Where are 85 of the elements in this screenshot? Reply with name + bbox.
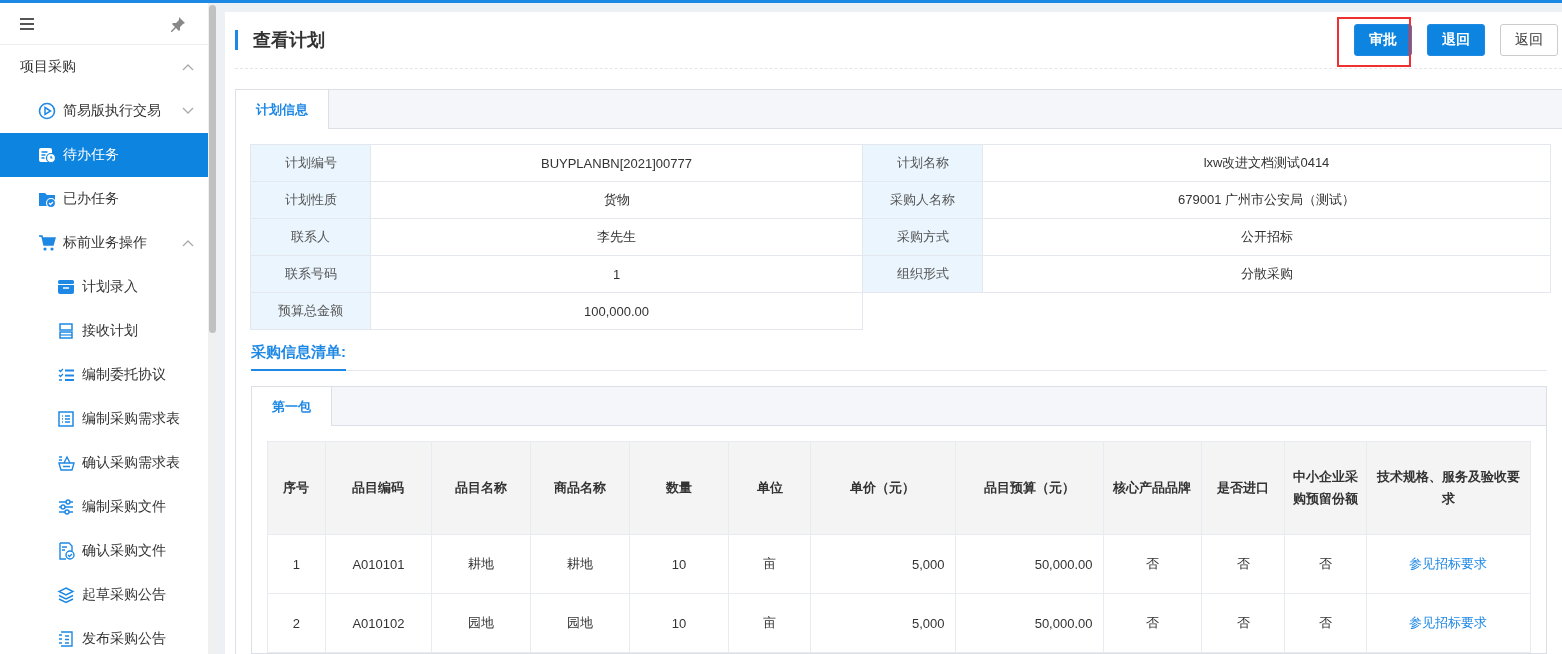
table-cell: 否: [1284, 534, 1367, 594]
field-label: 预算总金额: [250, 292, 371, 330]
field-label: 采购方式: [862, 218, 983, 256]
column-header: 中小企业采购预留份额: [1284, 441, 1367, 535]
table-cell: 耕地: [431, 534, 531, 594]
layers-icon: [57, 586, 75, 604]
document-check-icon: [57, 542, 75, 560]
basket-icon: [57, 454, 75, 472]
tray-icon: [57, 278, 75, 296]
table-cell: 否: [1284, 593, 1367, 653]
scrollbar-thumb[interactable]: [208, 5, 216, 333]
checklist-icon: [57, 366, 75, 384]
table-cell: A010101: [325, 534, 432, 594]
table-cell: A010102: [325, 593, 432, 653]
column-header: 技术规格、服务及验收要求: [1366, 441, 1531, 535]
column-header: 品目编码: [325, 441, 432, 535]
sidebar-item[interactable]: 发布采购公告: [0, 617, 208, 654]
column-header: 核心产品品牌: [1103, 441, 1202, 535]
table-cell: 5,000: [810, 593, 955, 653]
sidebar-item[interactable]: 编制采购需求表: [0, 397, 208, 441]
field-label: 计划性质: [250, 181, 371, 219]
tab[interactable]: 计划信息: [236, 90, 329, 129]
folder-check-icon: [38, 190, 56, 208]
column-header: 单价（元）: [810, 441, 955, 535]
sidebar-item[interactable]: 确认采购需求表: [0, 441, 208, 485]
table-cell: 亩: [728, 593, 811, 653]
table-cell: 50,000.00: [955, 534, 1103, 594]
field-label: 计划编号: [250, 144, 371, 182]
sidebar-item[interactable]: 简易版执行交易: [0, 89, 208, 133]
table-cell: 园地: [530, 593, 630, 653]
sliders-icon: [57, 498, 75, 516]
table-cell: 耕地: [530, 534, 630, 594]
cart-icon: [38, 234, 56, 252]
table-cell: 否: [1202, 534, 1285, 594]
sidebar-item[interactable]: 起草采购公告: [0, 573, 208, 617]
field-label: 计划名称: [862, 144, 983, 182]
table-cell: 否: [1202, 593, 1285, 653]
table-cell: 5,000: [810, 534, 955, 594]
play-circle-icon: [38, 102, 56, 120]
list-clock-icon: [38, 146, 56, 164]
column-header: 品目预算（元）: [955, 441, 1103, 535]
table-cell: 10: [629, 534, 729, 594]
table-cell: 10: [629, 593, 729, 653]
sidebar-item[interactable]: 编制委托协议: [0, 353, 208, 397]
field-value: lxw改进文档测试0414: [982, 144, 1551, 182]
pin-icon[interactable]: [170, 15, 186, 32]
sidebar-item[interactable]: 已办任务: [0, 177, 208, 221]
requirements-link[interactable]: 参见招标要求: [1409, 615, 1488, 630]
table-cell: 50,000.00: [955, 593, 1103, 653]
layout-icon: [57, 322, 75, 340]
action-button[interactable]: 审批: [1354, 24, 1412, 56]
sidebar-item[interactable]: 标前业务操作: [0, 221, 208, 265]
scrollbar[interactable]: [208, 3, 216, 654]
table-cell: 1: [267, 534, 326, 594]
table-cell: 园地: [431, 593, 531, 653]
action-button[interactable]: 返回: [1500, 24, 1558, 56]
list-icon: [57, 410, 75, 428]
column-header: 序号: [267, 441, 326, 535]
table-cell: 否: [1103, 534, 1202, 594]
tab[interactable]: 第一包: [252, 387, 332, 426]
sidebar-item[interactable]: 确认采购文件: [0, 529, 208, 573]
field-label: 联系号码: [250, 255, 371, 293]
section-title: 采购信息清单:: [251, 343, 346, 371]
sidebar-item[interactable]: 接收计划: [0, 309, 208, 353]
field-label: 联系人: [250, 218, 371, 256]
field-value: 分散采购: [982, 255, 1551, 293]
table-cell: 亩: [728, 534, 811, 594]
field-label: 组织形式: [862, 255, 983, 293]
column-header: 单位: [728, 441, 811, 535]
requirements-link[interactable]: 参见招标要求: [1409, 556, 1488, 571]
menu-icon[interactable]: [19, 16, 35, 31]
column-header: 数量: [629, 441, 729, 535]
sidebar-item[interactable]: 项目采购: [0, 45, 208, 89]
field-value: 100,000.00: [370, 292, 863, 330]
sidebar-item[interactable]: 待办任务: [0, 133, 208, 177]
column-header: 品目名称: [431, 441, 531, 535]
field-label: 采购人名称: [862, 181, 983, 219]
sidebar-item[interactable]: 计划录入: [0, 265, 208, 309]
table-cell: 2: [267, 593, 326, 653]
column-header: 商品名称: [530, 441, 630, 535]
document-lines-icon: [57, 630, 75, 648]
table-cell: 否: [1103, 593, 1202, 653]
column-header: 是否进口: [1202, 441, 1285, 535]
sidebar-item[interactable]: 编制采购文件: [0, 485, 208, 529]
action-button[interactable]: 退回: [1427, 24, 1485, 56]
